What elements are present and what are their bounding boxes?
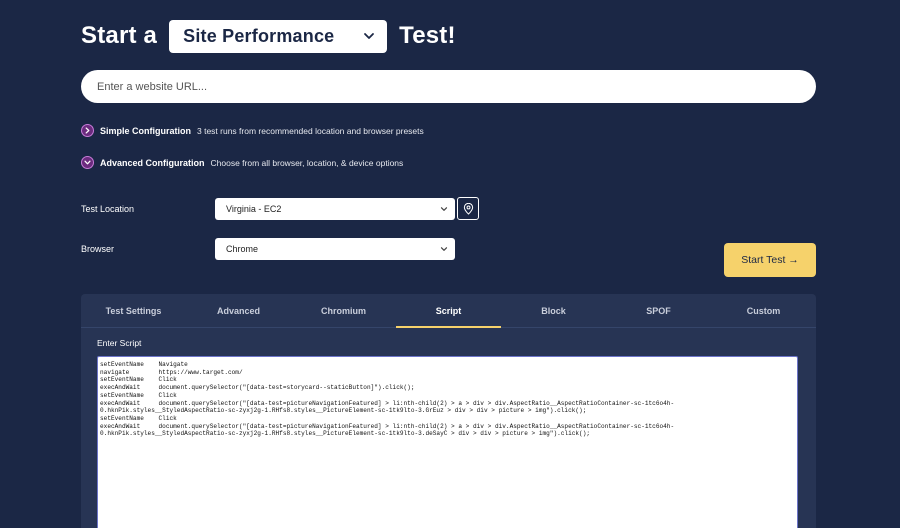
simple-configuration-toggle[interactable]: Simple Configuration 3 test runs from re… [81,124,424,137]
chevron-down-icon [440,247,448,251]
browser-label: Browser [81,244,115,254]
test-type-selected-value: Site Performance [183,25,335,46]
tab-spof[interactable]: SPOF [606,294,711,327]
tab-custom[interactable]: Custom [711,294,816,327]
website-url-input[interactable] [81,70,816,103]
browser-select[interactable]: Chrome [215,238,455,260]
page-heading: Start a Site Performance Test! [81,18,456,54]
chevron-down-icon [364,33,375,39]
simple-configuration-title: Simple Configuration [100,125,191,136]
map-pin-icon [463,202,473,215]
script-textarea[interactable]: setEventName Navigate navigate https://w… [97,356,798,528]
tab-advanced[interactable]: Advanced [186,294,291,327]
start-test-button[interactable]: Start Test → [724,243,816,277]
start-test-page: Start a Site Performance Test! Simple Co… [0,0,900,528]
chevron-right-icon [81,124,94,137]
test-location-value: Virginia - EC2 [226,204,282,214]
tab-script[interactable]: Script [396,294,501,328]
test-options-panel: Test Settings Advanced Chromium Script B… [81,294,816,528]
chevron-down-icon [440,207,448,211]
test-location-label: Test Location [81,204,135,214]
test-type-select[interactable]: Site Performance [169,19,388,53]
test-location-select[interactable]: Virginia - EC2 [215,198,455,220]
options-tabs: Test Settings Advanced Chromium Script B… [81,294,816,328]
tab-chromium[interactable]: Chromium [291,294,396,327]
location-map-button[interactable] [457,197,479,220]
enter-script-label: Enter Script [97,338,142,348]
tab-test-settings[interactable]: Test Settings [81,294,186,327]
simple-configuration-description: 3 test runs from recommended location an… [197,125,424,136]
heading-prefix: Start a [81,22,158,49]
chevron-down-icon [81,156,94,169]
advanced-configuration-description: Choose from all browser, location, & dev… [210,157,404,168]
advanced-configuration-title: Advanced Configuration [100,157,205,168]
advanced-configuration-toggle[interactable]: Advanced Configuration Choose from all b… [81,156,403,169]
tab-block[interactable]: Block [501,294,606,327]
browser-value: Chrome [226,244,259,254]
heading-suffix: Test! [399,22,456,49]
